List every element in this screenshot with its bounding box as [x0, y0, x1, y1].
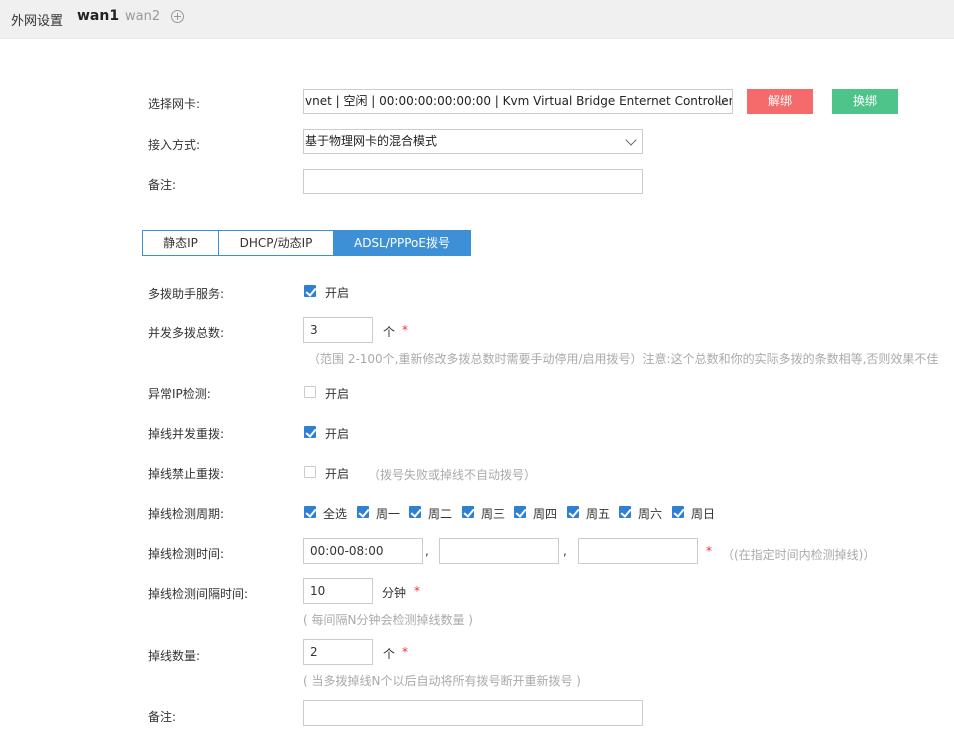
- total-hint: （范围 2-100个,重新修改多拨总数时需要手动停用/启用拨号）注意:这个总数和…: [308, 352, 939, 366]
- page-title: 外网设置: [11, 14, 64, 29]
- cycle-mon-checkbox[interactable]: [357, 506, 369, 518]
- required-star: *: [414, 584, 420, 598]
- time-input-1[interactable]: 00:00-08:00: [303, 538, 423, 564]
- abnormal-ip-checkbox[interactable]: [304, 386, 316, 398]
- access-label: 接入方式:: [148, 138, 201, 152]
- total-input[interactable]: 3: [303, 317, 373, 343]
- abnormal-ip-text: 开启: [325, 387, 350, 401]
- unbind-button[interactable]: 解绑: [747, 89, 813, 114]
- cycle-sat-checkbox[interactable]: [619, 506, 631, 518]
- remark-input[interactable]: [303, 169, 643, 194]
- time-input-2[interactable]: [439, 538, 559, 564]
- count-input[interactable]: 2: [303, 639, 373, 665]
- remark-input-2[interactable]: [303, 700, 643, 726]
- redial-label: 掉线并发重拨:: [148, 427, 225, 441]
- cycle-fri-text: 周五: [586, 507, 611, 521]
- cycle-sun-checkbox[interactable]: [672, 506, 684, 518]
- multi-dial-text: 开启: [325, 286, 350, 300]
- nic-select[interactable]: vnet | 空闲 | 00:00:00:00:00:00 | Kvm Virt…: [303, 89, 733, 114]
- time-input-3[interactable]: [578, 538, 698, 564]
- interval-unit: 分钟: [382, 586, 407, 600]
- nic-value: vnet | 空闲 | 00:00:00:00:00:00 | Kvm Virt…: [305, 94, 733, 108]
- remark-label: 备注:: [148, 178, 177, 192]
- cycle-fri-checkbox[interactable]: [567, 506, 579, 518]
- access-value: 基于物理网卡的混合模式: [305, 134, 438, 148]
- forbid-redial-text: 开启: [325, 467, 350, 481]
- count-unit: 个: [383, 647, 396, 661]
- cycle-mon-text: 周一: [376, 507, 401, 521]
- multi-dial-label: 多拨助手服务:: [148, 287, 225, 301]
- tab-dhcp[interactable]: DHCP/动态IP: [219, 230, 334, 256]
- cycle-wed-text: 周三: [481, 507, 506, 521]
- total-unit: 个: [383, 325, 396, 339]
- required-star: *: [402, 323, 408, 337]
- tab-wan2[interactable]: wan2: [125, 9, 160, 24]
- rebind-button[interactable]: 换绑: [832, 89, 898, 114]
- required-star: *: [706, 544, 712, 558]
- tab-pppoe[interactable]: ADSL/PPPoE拨号: [334, 230, 471, 256]
- cycle-tue-text: 周二: [428, 507, 453, 521]
- time-label: 掉线检测时间:: [148, 547, 225, 561]
- count-hint: ( 当多拨掉线N个以后自动将所有拨号断开重新拨号 ): [303, 674, 581, 688]
- tab-wan1[interactable]: wan1: [77, 8, 119, 24]
- chevron-down-icon: [625, 134, 637, 146]
- cycle-thu-checkbox[interactable]: [514, 506, 526, 518]
- cycle-label: 掉线检测周期:: [148, 507, 225, 521]
- cycle-tue-checkbox[interactable]: [409, 506, 421, 518]
- cycle-select-all-checkbox[interactable]: [304, 506, 316, 518]
- time-separator: ,: [563, 544, 567, 558]
- abnormal-ip-label: 异常IP检测:: [148, 387, 211, 401]
- multi-dial-checkbox[interactable]: [304, 285, 316, 297]
- tab-static-ip[interactable]: 静态IP: [142, 230, 219, 256]
- cycle-sun-text: 周日: [691, 507, 716, 521]
- forbid-redial-label: 掉线禁止重拨:: [148, 467, 225, 481]
- forbid-redial-checkbox[interactable]: [304, 466, 316, 478]
- access-select[interactable]: 基于物理网卡的混合模式: [303, 129, 643, 154]
- remark-label-2: 备注:: [148, 710, 177, 724]
- redial-text: 开启: [325, 427, 350, 441]
- interval-input[interactable]: 10: [303, 578, 373, 604]
- count-label: 掉线数量:: [148, 649, 201, 663]
- nic-label: 选择网卡:: [148, 97, 201, 111]
- redial-checkbox[interactable]: [304, 426, 316, 438]
- cycle-thu-text: 周四: [533, 507, 558, 521]
- cycle-select-all-text: 全选: [323, 507, 348, 521]
- interval-label: 掉线检测间隔时间:: [148, 587, 249, 601]
- cycle-wed-checkbox[interactable]: [462, 506, 474, 518]
- cycle-sat-text: 周六: [638, 507, 663, 521]
- interval-hint: ( 每间隔N分钟会检测掉线数量 ): [303, 613, 473, 627]
- total-label: 并发多拨总数:: [148, 326, 225, 340]
- required-star: *: [402, 645, 408, 659]
- forbid-redial-hint: （拨号失败或掉线不自动拨号）: [368, 468, 537, 482]
- time-separator: ,: [425, 544, 429, 558]
- time-hint: （(在指定时间内检测掉线)）: [722, 548, 876, 562]
- add-wan-icon[interactable]: [171, 10, 184, 23]
- mode-tabs: 静态IP DHCP/动态IP ADSL/PPPoE拨号: [142, 230, 471, 256]
